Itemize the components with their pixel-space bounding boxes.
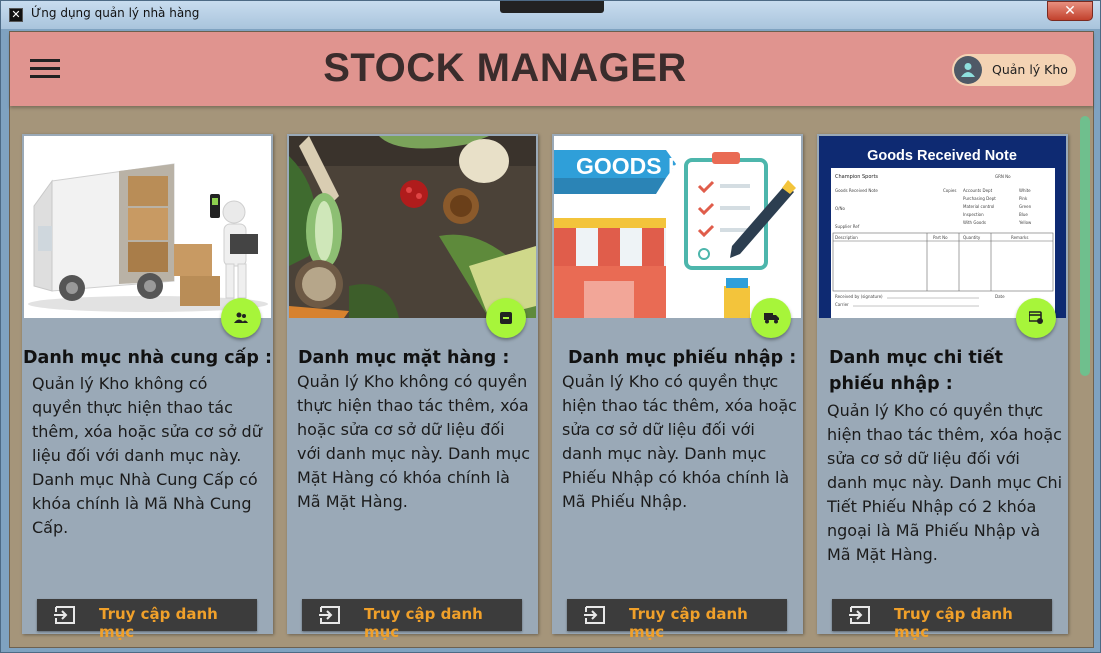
card-supplier: Danh mục nhà cung cấp : Quản lý Kho khôn… [22, 134, 273, 641]
access-category-label: Truy cập danh mục [629, 605, 748, 641]
grn-copy-dept: Purchasing Dept [963, 196, 996, 201]
grn-copy-dept: Accounts Dept [963, 188, 993, 193]
grn-copy-color: Yellow [1018, 220, 1032, 225]
access-category-button[interactable]: Truy cập danh mục [37, 599, 257, 641]
close-window-button[interactable]: ✕ [1047, 1, 1093, 21]
access-category-label: Truy cập danh mục [364, 605, 483, 641]
card-description: Quản lý Kho có quyền thực hiện thao tác … [562, 372, 797, 511]
goods-receipt-image: GOODS RECEIPT [554, 136, 801, 318]
grn-copy-dept: Inspection [963, 212, 984, 217]
grn-copy-color: Green [1019, 204, 1032, 209]
avatar [954, 56, 982, 84]
access-category-button[interactable]: Truy cập danh mục [567, 599, 787, 641]
main-client-area: STOCK MANAGER Quản lý Kho Danh mục nhà c… [9, 31, 1094, 648]
title-bar-notch [500, 1, 604, 13]
grn-number-label: GRN No [995, 174, 1011, 179]
grn-copy-color: Blue [1019, 212, 1028, 217]
grn-column-header: Remarks [1011, 235, 1028, 240]
app-header: STOCK MANAGER Quản lý Kho [10, 32, 1093, 106]
grn-row-label: Supplier Ref [835, 224, 860, 229]
access-category-button[interactable]: Truy cập danh mục [302, 599, 522, 641]
grn-copy-dept: With Goods [963, 220, 986, 225]
grn-row-label: Goods Received Note [835, 188, 878, 193]
supplier-icon[interactable] [221, 298, 261, 338]
grn-column-header: Description [835, 235, 858, 240]
access-category-button[interactable]: Truy cập danh mục [832, 599, 1052, 641]
card-description: Quản lý Kho có quyền thực hiện thao tác … [827, 401, 1063, 564]
card-receipt-detail: Goods Received Note Champion Sports GRN … [817, 134, 1068, 641]
grn-footer-label: Date [995, 294, 1005, 299]
card-title: Danh mục chi tiết phiếu nhập : [829, 348, 1004, 394]
title-bar: ✕ Ứng dụng quản lý nhà hàng ✕ [1, 1, 1100, 29]
card-description: Quản lý Kho không có quyền thực hiện tha… [297, 372, 531, 511]
vegetables-image [289, 136, 536, 318]
grn-company: Champion Sports [835, 174, 878, 180]
grn-row-label: O/No [835, 206, 845, 211]
vertical-scrollbar[interactable] [1080, 116, 1090, 376]
supplier-image [24, 136, 271, 318]
receipt-icon[interactable] [1016, 298, 1056, 338]
user-role-chip[interactable]: Quản lý Kho [952, 54, 1076, 86]
card-title: Danh mục nhà cung cấp : [23, 348, 273, 368]
card-receipt: GOODS RECEIPT Danh mục phiếu nhập: Quản… [552, 134, 803, 641]
grn-copy-color: White [1019, 188, 1031, 193]
grn-copies-label: Copies [943, 188, 956, 193]
grn-column-header: Part No [933, 235, 948, 240]
truck-icon[interactable] [751, 298, 791, 338]
inventory-icon[interactable] [486, 298, 526, 338]
app-icon: ✕ [9, 8, 23, 22]
grn-copy-dept: Material control [963, 204, 994, 209]
access-category-label: Truy cập danh mục [99, 605, 218, 641]
access-category-label: Truy cập danh mục [894, 605, 1013, 641]
grn-column-header: Quantity [963, 235, 981, 240]
window-title: Ứng dụng quản lý nhà hàng [31, 6, 200, 20]
card-title: Danh mục phiếu nhập : [568, 348, 797, 368]
user-role-label: Quản lý Kho [992, 62, 1068, 77]
grn-footer-label: Received by (signature) [835, 294, 883, 299]
card-title: Danh mục mặt hàng : [298, 348, 510, 368]
goods-received-note-image: Goods Received Note Champion Sports GRN … [819, 136, 1066, 318]
grn-footer-label: Carrier [835, 302, 849, 307]
app-window: ✕ Ứng dụng quản lý nhà hàng ✕ STOCK MANA… [0, 0, 1101, 653]
card-item: Danh mục mặt hàng : Quản lý Kho không có… [287, 134, 538, 641]
grn-title: Goods Received Note [867, 148, 1017, 164]
page-title: STOCK MANAGER [323, 46, 687, 90]
card-description: Quản lý Kho không có quyền thực hiện tha… [32, 374, 262, 537]
grn-copy-color: Pink [1019, 196, 1028, 201]
